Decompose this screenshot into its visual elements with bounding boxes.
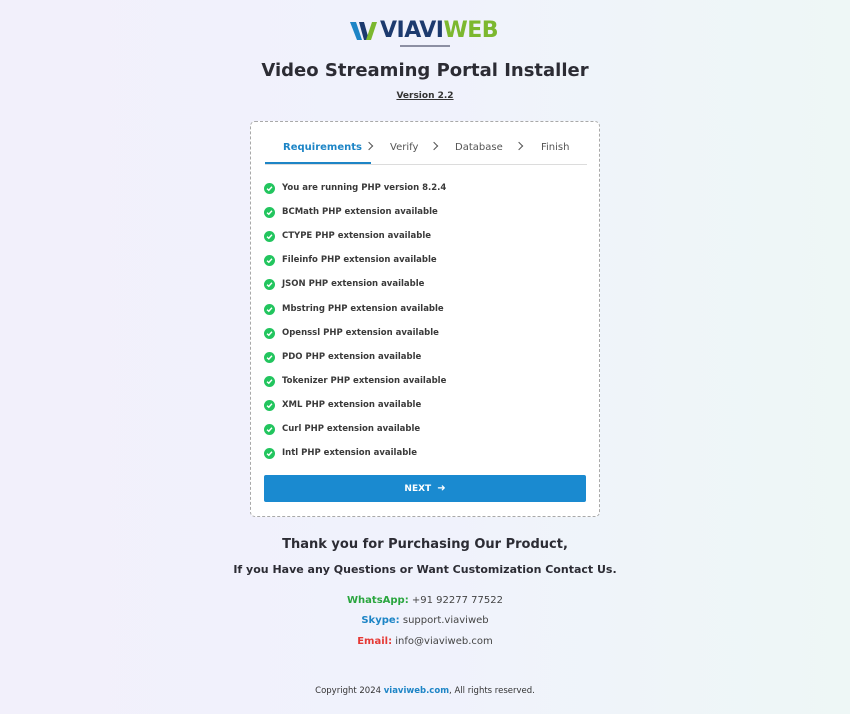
check-circle-icon — [264, 182, 275, 194]
tab-database[interactable]: Database — [455, 142, 503, 153]
tab-requirements[interactable]: Requirements — [283, 142, 362, 153]
email-label: Email: — [357, 636, 393, 647]
logo-mark-icon — [350, 22, 377, 40]
wizard-tabs: Requirements Verify Database Finish — [265, 137, 587, 165]
brand-logo: VIAVI WEB — [350, 18, 502, 44]
email-address[interactable]: info@viaviweb.com — [395, 636, 493, 647]
list-item: BCMath PHP extension available — [264, 206, 438, 218]
check-circle-icon — [264, 351, 275, 363]
contact-subheading: If you Have any Questions or Want Custom… — [233, 563, 617, 576]
page-title: Video Streaming Portal Installer — [261, 60, 589, 81]
list-item: Openssl PHP extension available — [264, 327, 439, 339]
logo-divider — [400, 45, 450, 47]
requirement-text: Fileinfo PHP extension available — [282, 255, 437, 265]
chevron-right-icon — [429, 141, 439, 151]
list-item: Tokenizer PHP extension available — [264, 375, 446, 387]
requirement-text: Curl PHP extension available — [282, 424, 421, 434]
copyright-text: Copyright 2024 — [315, 686, 382, 696]
check-circle-icon — [264, 230, 275, 242]
list-item: XML PHP extension available — [264, 399, 421, 411]
footer: Copyright 2024 viaviweb.com, All rights … — [0, 686, 850, 696]
logo-text-via: VIAVI — [380, 18, 444, 43]
list-item: Curl PHP extension available — [264, 423, 420, 435]
arrow-right-icon: ➜ — [437, 483, 446, 494]
whatsapp-info: WhatsApp: +91 92277 77522 — [0, 595, 850, 606]
requirement-text: Mbstring PHP extension available — [282, 304, 444, 314]
list-item: Intl PHP extension available — [264, 447, 417, 459]
skype-label: Skype: — [361, 615, 400, 626]
requirement-text: PDO PHP extension available — [282, 352, 422, 362]
check-circle-icon — [264, 303, 275, 315]
active-tab-indicator — [265, 162, 371, 164]
requirement-text: You are running PHP version 8.2.4 — [282, 183, 447, 193]
list-item: CTYPE PHP extension available — [264, 230, 431, 242]
requirement-text: JSON PHP extension available — [282, 279, 425, 289]
list-item: Fileinfo PHP extension available — [264, 254, 437, 266]
check-circle-icon — [264, 399, 275, 411]
whatsapp-number[interactable]: +91 92277 77522 — [412, 595, 503, 606]
requirement-text: Openssl PHP extension available — [282, 328, 439, 338]
next-button-label: NEXT — [404, 483, 432, 494]
email-info: Email: info@viaviweb.com — [0, 636, 850, 647]
list-item: Mbstring PHP extension available — [264, 303, 444, 315]
copyright-suffix: , All rights reserved. — [449, 686, 535, 696]
check-circle-icon — [264, 206, 275, 218]
list-item: PDO PHP extension available — [264, 351, 421, 363]
requirement-text: CTYPE PHP extension available — [282, 231, 432, 241]
chevron-right-icon — [514, 141, 524, 151]
check-circle-icon — [264, 254, 275, 266]
requirement-text: Intl PHP extension available — [282, 448, 417, 458]
requirement-text: XML PHP extension available — [282, 400, 422, 410]
installer-card: Requirements Verify Database Finish You … — [250, 121, 600, 517]
logo-text-web: WEB — [443, 18, 499, 43]
list-item: You are running PHP version 8.2.4 — [264, 182, 446, 194]
skype-id[interactable]: support.viaviweb — [403, 615, 489, 626]
requirement-text: Tokenizer PHP extension available — [282, 376, 447, 386]
check-circle-icon — [264, 375, 275, 387]
skype-info: Skype: support.viaviweb — [0, 615, 850, 626]
list-item: JSON PHP extension available — [264, 278, 424, 290]
check-circle-icon — [264, 423, 275, 435]
next-button[interactable]: NEXT ➜ — [264, 475, 586, 502]
requirement-text: BCMath PHP extension available — [282, 207, 438, 217]
whatsapp-label: WhatsApp: — [347, 595, 409, 606]
check-circle-icon — [264, 327, 275, 339]
thanks-heading: Thank you for Purchasing Our Product, — [282, 537, 568, 552]
check-circle-icon — [264, 278, 275, 290]
chevron-right-icon — [364, 141, 374, 151]
check-circle-icon — [264, 447, 275, 459]
tab-verify[interactable]: Verify — [390, 142, 418, 153]
version-label: Version 2.2 — [396, 91, 454, 101]
tab-finish[interactable]: Finish — [541, 142, 569, 153]
footer-link[interactable]: viaviweb.com — [384, 686, 449, 696]
